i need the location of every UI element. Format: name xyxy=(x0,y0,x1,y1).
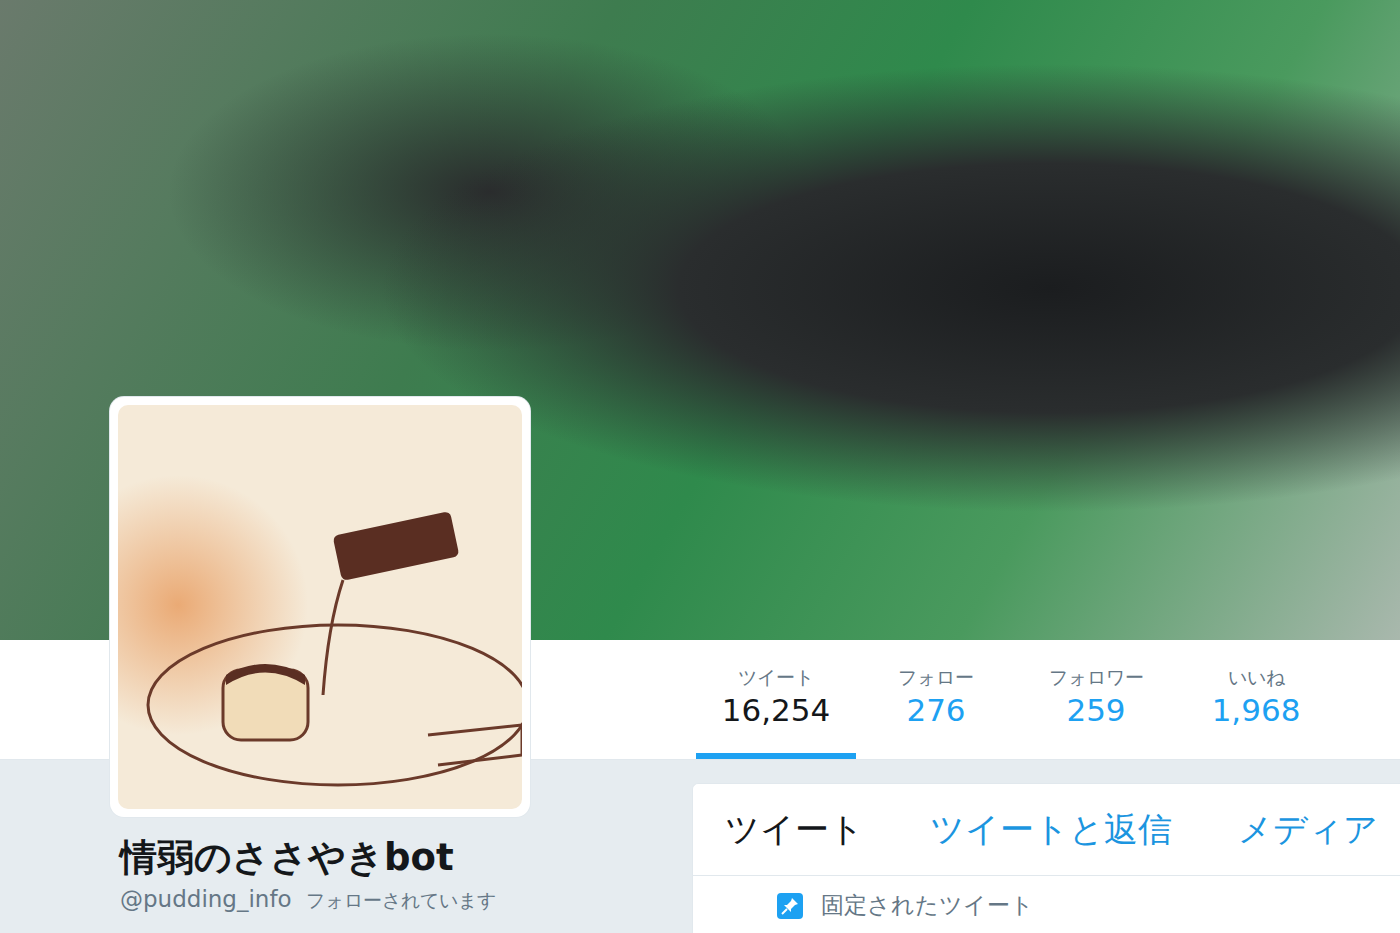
pinned-label: 固定されたツイート xyxy=(821,890,1034,921)
stat-item[interactable]: ツイート16,254 xyxy=(696,640,856,759)
stat-item[interactable]: フォロワー259 xyxy=(1016,640,1176,759)
avatar[interactable] xyxy=(110,397,530,817)
stat-label: いいね xyxy=(1228,666,1285,689)
stat-label: フォロー xyxy=(898,666,974,689)
timeline-card: ツイート ツイートと返信 メディア固定されたツイート xyxy=(692,783,1400,933)
profile-name[interactable]: 情弱のささやきbot xyxy=(120,836,692,880)
timeline-tab[interactable]: ツイートと返信 xyxy=(930,807,1172,853)
handle-row: @pudding_info フォローされています xyxy=(120,886,692,914)
avatar-image xyxy=(118,405,522,809)
pinned-row: 固定されたツイート xyxy=(693,876,1400,921)
timeline-tab[interactable]: ツイート xyxy=(725,807,864,853)
stat-label: フォロワー xyxy=(1049,666,1144,689)
profile-handle[interactable]: @pudding_info xyxy=(120,886,292,912)
stat-item[interactable]: いいね1,968 xyxy=(1176,640,1336,759)
stat-value: 1,968 xyxy=(1212,691,1301,730)
profile-page: ツイート16,254フォロー276フォロワー259いいね1,968情弱のささやき… xyxy=(0,0,1400,933)
stat-item[interactable]: フォロー276 xyxy=(856,640,1016,759)
stat-value: 259 xyxy=(1066,691,1125,730)
follows-you-badge: フォローされています xyxy=(306,888,496,914)
timeline-tab[interactable]: メディア xyxy=(1238,807,1378,853)
pin-icon xyxy=(777,893,803,919)
stat-label: ツイート xyxy=(738,666,814,689)
stat-value: 276 xyxy=(906,691,965,730)
timeline-tabs: ツイート ツイートと返信 メディア xyxy=(693,784,1400,876)
stat-value: 16,254 xyxy=(722,691,830,730)
